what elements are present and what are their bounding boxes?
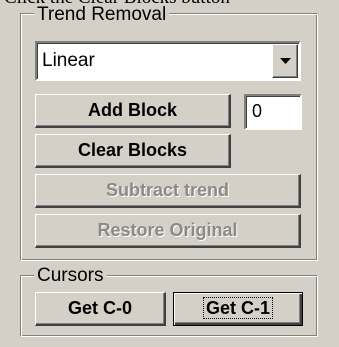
- dropdown-button[interactable]: [272, 44, 298, 78]
- trend-method-select[interactable]: Linear: [35, 41, 301, 81]
- get-c1-button[interactable]: Get C-1: [173, 292, 303, 326]
- clear-blocks-button[interactable]: Clear Blocks: [35, 134, 231, 168]
- get-c0-button[interactable]: Get C-0: [35, 292, 166, 326]
- cursors-title: Cursors: [34, 266, 107, 286]
- restore-original-button[interactable]: Restore Original: [35, 214, 301, 248]
- subtract-trend-button[interactable]: Subtract trend: [35, 174, 301, 208]
- add-block-button[interactable]: Add Block: [35, 94, 231, 128]
- trend-method-value: Linear: [42, 50, 95, 71]
- chevron-down-icon: [280, 58, 291, 64]
- get-c1-label: Get C-1: [202, 297, 273, 319]
- block-count-field[interactable]: 0: [244, 94, 302, 130]
- trend-removal-title: Trend Removal: [34, 5, 170, 25]
